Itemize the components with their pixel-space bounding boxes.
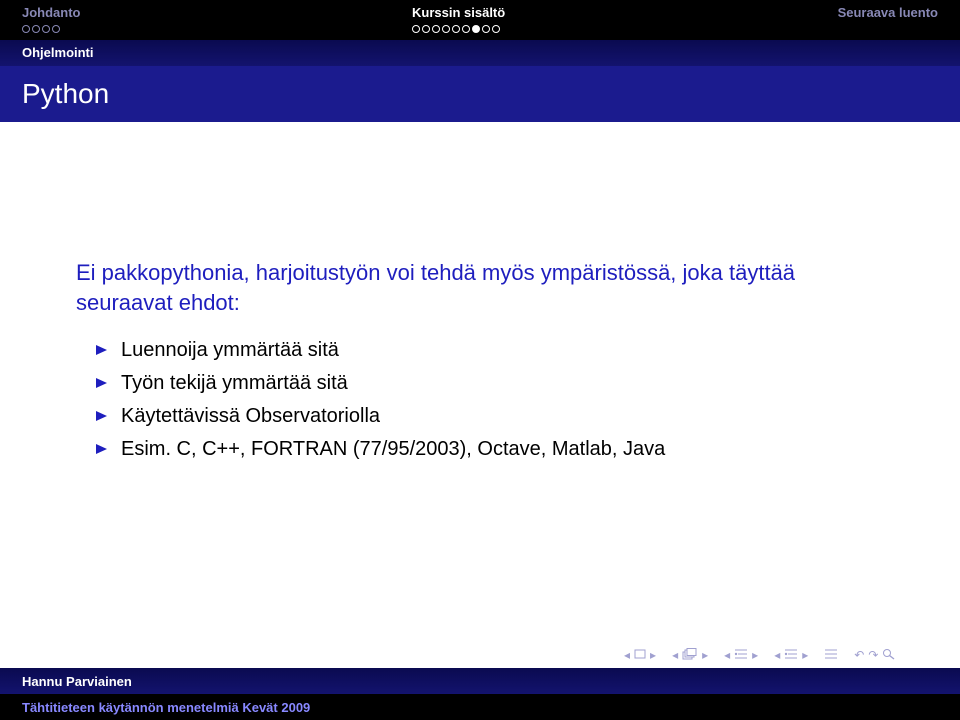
nav-frame-dot[interactable] xyxy=(32,25,40,33)
nav-next-icon[interactable]: ▸ xyxy=(702,648,708,662)
redo-icon[interactable]: ↷ xyxy=(868,648,878,662)
nav-frame-dot[interactable] xyxy=(42,25,50,33)
footer-author-bar: Hannu Parviainen xyxy=(0,668,960,694)
nav-prev-icon[interactable]: ◂ xyxy=(724,648,730,662)
frame-icon[interactable] xyxy=(682,647,698,663)
nav-prev-icon[interactable]: ◂ xyxy=(774,648,780,662)
nav-frame-dot[interactable] xyxy=(492,25,500,33)
subsection-icon[interactable] xyxy=(734,648,748,663)
bullet-triangle-icon xyxy=(96,378,107,388)
nav-section-kurssin-sisalto[interactable]: Kurssin sisältö xyxy=(412,5,505,21)
align-icon[interactable] xyxy=(824,648,838,663)
slide-icon[interactable] xyxy=(634,648,646,662)
subsection-bar: Ohjelmointi xyxy=(0,40,960,66)
section-icon[interactable] xyxy=(784,648,798,663)
nav-frame-dot[interactable] xyxy=(462,25,470,33)
bullet-text: Luennoija ymmärtää sitä xyxy=(121,339,339,361)
bullet-text: Käytettävissä Observatoriolla xyxy=(121,405,381,427)
nav-dots-kurssin-sisalto xyxy=(412,25,500,35)
nav-frame-dot[interactable] xyxy=(422,25,430,33)
section-navigation-bar: Johdanto Kurssin sisältö Seuraava luento xyxy=(0,0,960,40)
nav-frame-dot[interactable] xyxy=(52,25,60,33)
nav-frame-dot[interactable] xyxy=(22,25,30,33)
nav-frame-dot[interactable] xyxy=(412,25,420,33)
intro-paragraph: Ei pakkopythonia, harjoitustyön voi tehd… xyxy=(76,260,796,315)
bullet-text: Työn tekijä ymmärtää sitä xyxy=(121,372,348,394)
footer-author: Hannu Parviainen xyxy=(22,674,132,689)
nav-section-johdanto[interactable]: Johdanto xyxy=(22,5,81,21)
frame-title-bar: Python xyxy=(0,66,960,122)
footer-course-title: Tähtitieteen käytännön menetelmiä Kevät … xyxy=(22,700,311,715)
nav-frame-dot[interactable] xyxy=(442,25,450,33)
beamer-navigation-symbols: ◂ ▸ ◂ ▸ ◂ ▸ ◂ ▸ ↶ ↷ xyxy=(624,645,896,665)
undo-icon[interactable]: ↶ xyxy=(854,648,864,662)
nav-next-icon[interactable]: ▸ xyxy=(752,648,758,662)
subsection-label[interactable]: Ohjelmointi xyxy=(22,45,94,61)
nav-next-icon[interactable]: ▸ xyxy=(802,648,808,662)
search-icon[interactable] xyxy=(882,648,896,663)
bullet-text: Esim. C, C++, FORTRAN (77/95/2003), Octa… xyxy=(121,438,666,460)
nav-section-seuraava-luento[interactable]: Seuraava luento xyxy=(838,5,938,21)
nav-dots-johdanto xyxy=(22,25,60,35)
bullet-triangle-icon xyxy=(96,444,107,454)
nav-first-icon[interactable]: ◂ xyxy=(624,648,630,662)
frame-title: Python xyxy=(22,78,110,109)
bullet-triangle-icon xyxy=(96,411,107,421)
nav-frame-dot[interactable] xyxy=(452,25,460,33)
nav-prev-icon[interactable]: ◂ xyxy=(672,648,678,662)
nav-next-icon[interactable]: ▸ xyxy=(650,648,656,662)
nav-frame-dot[interactable] xyxy=(482,25,490,33)
footer-course-bar: Tähtitieteen käytännön menetelmiä Kevät … xyxy=(0,694,960,720)
nav-frame-dot-current[interactable] xyxy=(472,25,480,33)
bullet-triangle-icon xyxy=(96,345,107,355)
nav-frame-dot[interactable] xyxy=(432,25,440,33)
